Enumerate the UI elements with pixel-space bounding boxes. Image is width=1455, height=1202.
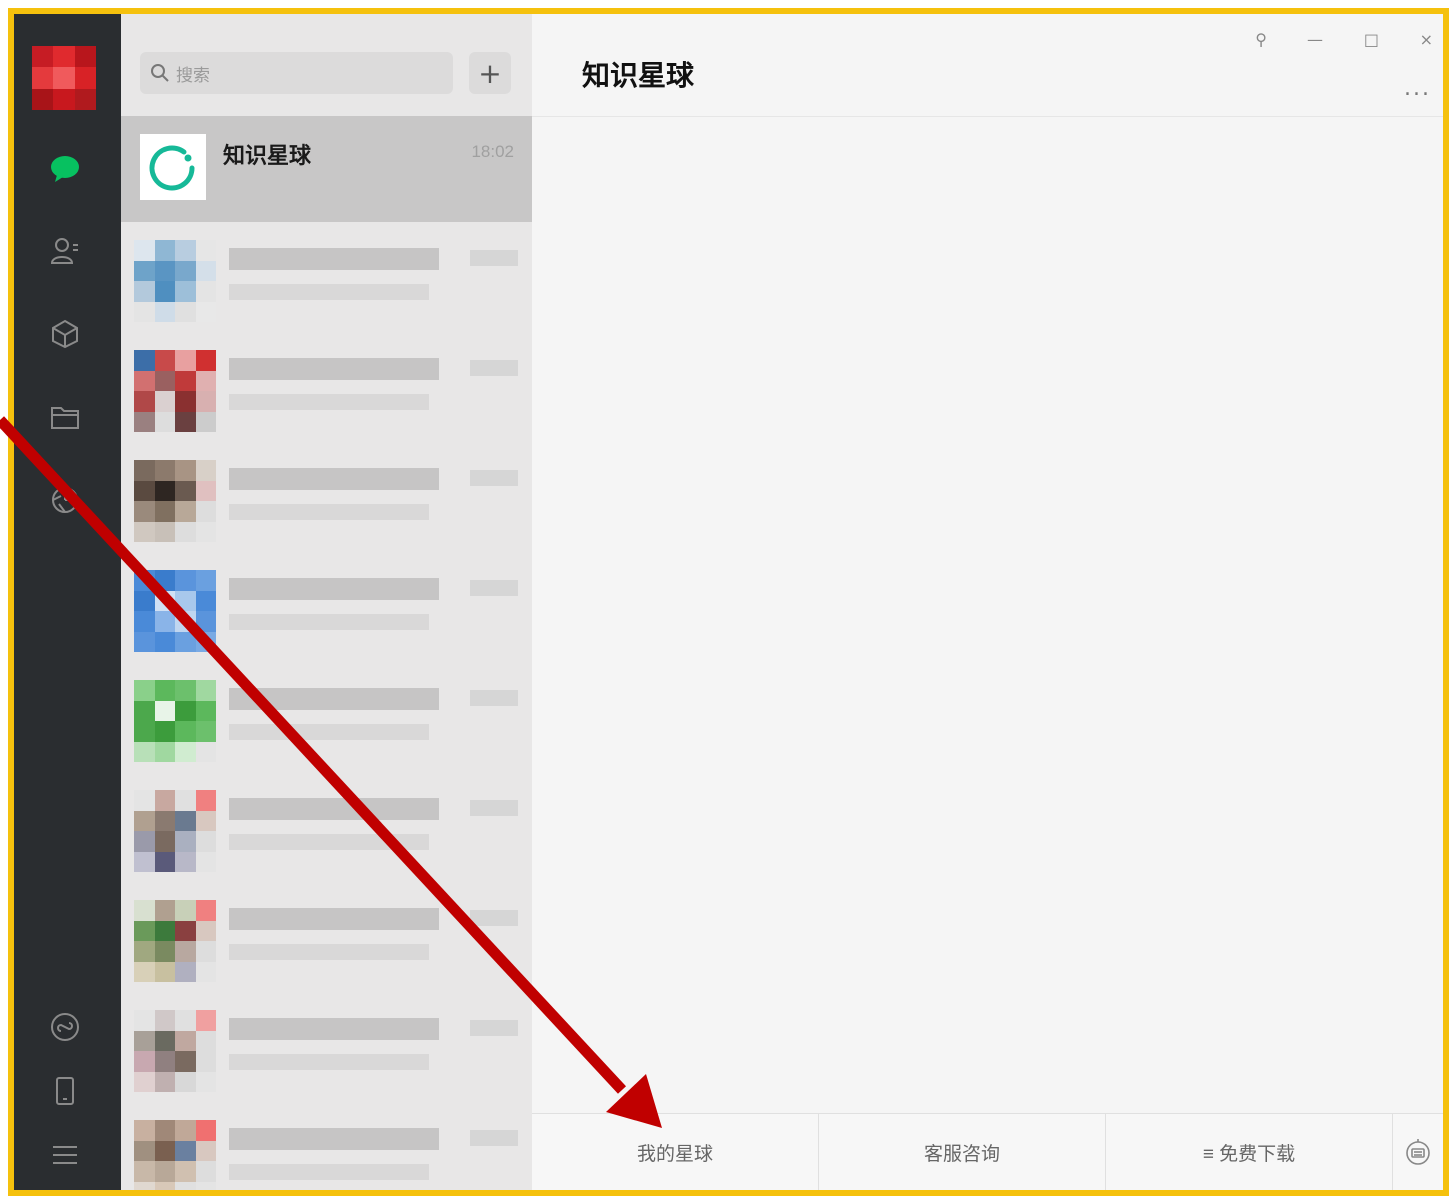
- blurred-time: [470, 580, 518, 596]
- keyboard-toggle[interactable]: [1393, 1114, 1443, 1190]
- close-button[interactable]: ×: [1420, 30, 1433, 49]
- files-icon[interactable]: [48, 400, 82, 434]
- favorites-icon[interactable]: [48, 317, 82, 351]
- blurred-message: [229, 944, 429, 960]
- support-menu-item[interactable]: 客服咨询: [819, 1114, 1106, 1190]
- page-title: 知识星球: [582, 60, 695, 91]
- blurred-time: [470, 470, 518, 486]
- blurred-avatar: [134, 460, 216, 542]
- chat-main-panel: 知识星球 ⚲ — □ × ... 我的星球 客服咨询 ≡ 免费下载: [532, 14, 1443, 1190]
- chat-name: 知识星球: [223, 143, 312, 168]
- list-item[interactable]: [121, 996, 532, 1106]
- pin-icon[interactable]: ⚲: [1255, 30, 1267, 49]
- phone-icon[interactable]: [48, 1074, 82, 1108]
- list-item[interactable]: [121, 336, 532, 446]
- search-placeholder: 搜索: [176, 65, 210, 85]
- list-item[interactable]: [121, 556, 532, 666]
- blurred-name: [229, 358, 439, 380]
- blurred-avatar: [134, 240, 216, 322]
- my-planet-menu-item[interactable]: 我的星球: [532, 1114, 819, 1190]
- blurred-avatar: [134, 790, 216, 872]
- moments-icon[interactable]: [48, 483, 82, 517]
- blurred-name: [229, 578, 439, 600]
- chat-icon[interactable]: [48, 152, 82, 186]
- blurred-message: [229, 834, 429, 850]
- bottom-menu: 我的星球 客服咨询 ≡ 免费下载: [532, 1113, 1443, 1190]
- more-options-button[interactable]: ...: [1404, 76, 1431, 101]
- chat-list-panel: 搜索 + 知识星球 18:02: [121, 14, 532, 1190]
- blurred-message: [229, 284, 429, 300]
- add-button[interactable]: +: [469, 52, 511, 94]
- zsxq-logo-icon: [140, 134, 206, 200]
- blurred-name: [229, 468, 439, 490]
- list-item[interactable]: [121, 666, 532, 776]
- search-icon: [151, 64, 169, 82]
- blurred-time: [470, 1130, 518, 1146]
- blurred-name: [229, 248, 439, 270]
- search-input[interactable]: 搜索: [140, 52, 453, 94]
- chat-time: 18:02: [471, 142, 514, 161]
- minimize-button[interactable]: —: [1307, 30, 1323, 49]
- blurred-avatar: [134, 570, 216, 652]
- blurred-message: [229, 724, 429, 740]
- list-item[interactable]: [121, 776, 532, 886]
- blurred-message: [229, 504, 429, 520]
- blurred-time: [470, 360, 518, 376]
- left-nav-bar: [14, 14, 121, 1190]
- miniprogram-icon[interactable]: [48, 1010, 82, 1044]
- chat-header: 知识星球 ⚲ — □ × ...: [532, 14, 1443, 117]
- blurred-avatar: [134, 350, 216, 432]
- blurred-time: [470, 250, 518, 266]
- blurred-message: [229, 614, 429, 630]
- list-item[interactable]: [121, 446, 532, 556]
- blurred-message: [229, 1054, 429, 1070]
- blurred-name: [229, 1128, 439, 1150]
- blurred-avatar: [134, 1120, 216, 1190]
- list-item[interactable]: [121, 1106, 532, 1190]
- blurred-time: [470, 1020, 518, 1036]
- blurred-message: [229, 1164, 429, 1180]
- blurred-message: [229, 394, 429, 410]
- keyboard-icon: [1406, 1139, 1430, 1165]
- chat-item-active[interactable]: 知识星球 18:02: [121, 116, 532, 222]
- list-item[interactable]: [121, 886, 532, 996]
- blurred-name: [229, 908, 439, 930]
- blurred-avatar: [134, 1010, 216, 1092]
- menu-icon[interactable]: [48, 1138, 82, 1172]
- blurred-name: [229, 798, 439, 820]
- blurred-name: [229, 688, 439, 710]
- download-menu-item[interactable]: ≡ 免费下载: [1106, 1114, 1393, 1190]
- contacts-icon[interactable]: [48, 234, 82, 268]
- list-item[interactable]: [121, 226, 532, 336]
- blurred-avatar: [134, 900, 216, 982]
- blurred-time: [470, 800, 518, 816]
- app-window: 搜索 + 知识星球 18:02 知识星球 ⚲ — □ × ... 我的星球 客服…: [8, 8, 1449, 1196]
- blurred-time: [470, 910, 518, 926]
- user-avatar[interactable]: [32, 46, 96, 110]
- blurred-avatar: [134, 680, 216, 762]
- maximize-button[interactable]: □: [1364, 30, 1379, 49]
- blurred-name: [229, 1018, 439, 1040]
- blurred-time: [470, 690, 518, 706]
